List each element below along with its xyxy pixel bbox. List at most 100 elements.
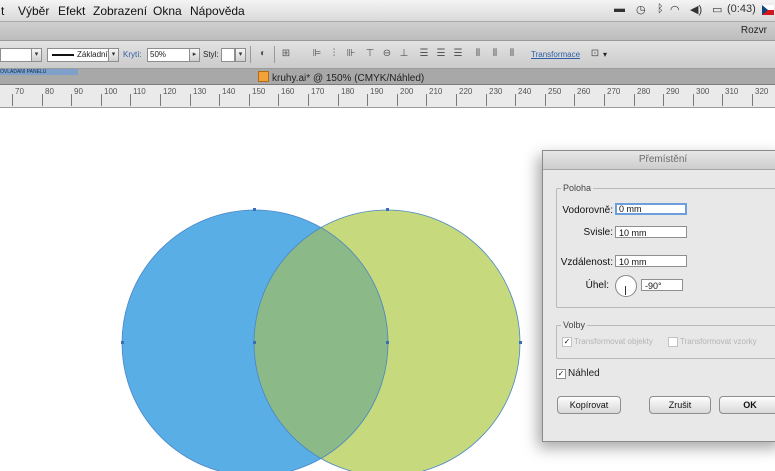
ruler-label: 270 [607, 87, 621, 96]
ruler-label: 230 [489, 87, 503, 96]
language-flag-icon[interactable] [762, 5, 774, 15]
horizontal-label: Vodorovně: [562, 205, 613, 216]
ruler-label: 240 [518, 87, 532, 96]
ruler-tick [190, 94, 191, 106]
toolbar-separator [274, 46, 275, 63]
dialog-title[interactable]: Přemístění [543, 151, 775, 170]
screen-icon[interactable]: ▬ [614, 3, 625, 15]
ruler-label: 140 [222, 87, 236, 96]
distribute-right-icon[interactable]: ⫴ [507, 49, 517, 59]
ruler-tick [693, 94, 694, 106]
ruler-label: 70 [15, 87, 24, 96]
horizontal-field[interactable]: 0 mm [615, 203, 687, 215]
ruler-label: 290 [666, 87, 680, 96]
document-tab-title: kruhy.ai* @ 150% (CMYK/Náhled) [272, 73, 425, 84]
anchor-point[interactable] [386, 341, 389, 344]
document-tab-bar: OVLÁDÁNÍ PANELU kruhy.ai* @ 150% (CMYK/N… [0, 69, 775, 85]
workspace-switcher[interactable]: Rozvr [741, 25, 767, 36]
cancel-button[interactable]: Zrušit [649, 396, 711, 414]
stroke-style-select[interactable]: Základní [47, 48, 109, 62]
time-machine-icon[interactable]: ◷ [636, 3, 646, 16]
angle-dial[interactable] [615, 275, 637, 297]
menu-item-file-partial[interactable]: t [1, 4, 4, 18]
align-to-icon[interactable]: ⊞ [281, 49, 291, 59]
menu-item-help[interactable]: Nápověda [190, 4, 245, 18]
menu-item-select[interactable]: Výběr [18, 4, 49, 18]
transform-objects-checkbox[interactable]: ✓ [562, 337, 572, 347]
ruler-label: 280 [637, 87, 651, 96]
distribute-center-icon[interactable]: ⫴ [490, 49, 500, 59]
menu-bar: t Výběr Efekt Zobrazení Okna Nápověda ▬ … [0, 0, 775, 22]
ruler-label: 220 [459, 87, 473, 96]
options-group-label: Volby [561, 320, 588, 330]
bluetooth-icon[interactable]: ᛒ [657, 3, 664, 15]
transform-patterns-checkbox[interactable] [668, 337, 678, 347]
opacity-dropdown[interactable]: ▸ [189, 48, 200, 62]
stroke-weight-dropdown[interactable]: ▾ [31, 48, 42, 62]
document-tab[interactable]: kruhy.ai* @ 150% (CMYK/Náhled) [258, 71, 424, 84]
distribute-middle-icon[interactable]: ☰ [436, 49, 446, 59]
ruler-tick [308, 94, 309, 106]
recolor-icon[interactable]: ◐ [258, 49, 268, 59]
opacity-field[interactable]: 50% [147, 48, 191, 62]
ruler-tick [456, 94, 457, 106]
preview-label: Náhled [568, 368, 600, 379]
align-left-icon[interactable]: ⊫ [312, 49, 322, 59]
align-right-icon[interactable]: ⊪ [346, 49, 356, 59]
distribute-bottom-icon[interactable]: ☰ [453, 49, 463, 59]
align-middle-icon[interactable]: ⊖ [382, 49, 392, 59]
transform-link[interactable]: Transformace [531, 50, 580, 59]
ruler-tick [338, 94, 339, 106]
anchor-point[interactable] [519, 341, 522, 344]
wifi-icon[interactable]: ◠ [670, 3, 680, 16]
graphic-style-swatch[interactable] [221, 48, 235, 62]
menu-item-window[interactable]: Okna [153, 4, 182, 18]
ok-button[interactable]: OK [719, 396, 775, 414]
graphic-style-dropdown[interactable]: ▾ [235, 48, 246, 62]
menu-item-effect[interactable]: Efekt [58, 4, 85, 18]
stroke-style-label: Základní [77, 50, 108, 59]
toolbar-separator [250, 46, 251, 63]
ruler-label: 120 [163, 87, 177, 96]
anchor-point[interactable] [121, 341, 124, 344]
anchor-point[interactable] [253, 208, 256, 211]
ruler-tick [160, 94, 161, 106]
preview-checkbox[interactable]: ✓ [556, 369, 566, 379]
ruler-tick [71, 94, 72, 106]
opacity-label[interactable]: Krytí: [123, 50, 142, 59]
align-center-icon[interactable]: ⫶ [329, 49, 339, 59]
stroke-style-dropdown[interactable]: ▾ [108, 48, 119, 62]
application-bar: Rozvr [0, 22, 775, 41]
vertical-field[interactable]: 10 mm [615, 226, 687, 238]
anchor-point[interactable] [253, 341, 256, 344]
align-bottom-icon[interactable]: ⊥ [399, 49, 409, 59]
transform-objects-label: Transformovat objekty [574, 337, 653, 346]
angle-field[interactable]: -90° [641, 279, 683, 291]
distance-field[interactable]: 10 mm [615, 255, 687, 267]
distribute-left-icon[interactable]: ⫴ [473, 49, 483, 59]
volume-icon[interactable]: ◀) [690, 3, 702, 16]
ruler-tick [219, 94, 220, 106]
ruler-label: 90 [74, 87, 83, 96]
horizontal-ruler[interactable]: 70 80 90 100 110 120 130 140 150 160 170 180 190 200 2… [0, 85, 775, 108]
distribute-top-icon[interactable]: ☰ [419, 49, 429, 59]
stroke-weight-field[interactable] [0, 48, 32, 62]
ruler-tick [12, 94, 13, 106]
anchor-point[interactable] [386, 208, 389, 211]
battery-icon[interactable]: ▭ [712, 3, 722, 16]
panel-menu-icon[interactable]: ▾ [603, 50, 607, 59]
ruler-label: 210 [429, 87, 443, 96]
ruler-tick [486, 94, 487, 106]
ruler-label: 200 [400, 87, 414, 96]
isolate-group-icon[interactable]: ⊡ [590, 49, 600, 59]
ruler-label: 180 [341, 87, 355, 96]
ruler-tick [42, 94, 43, 106]
stroke-preview-line [52, 54, 74, 56]
ruler-label: 260 [577, 87, 591, 96]
ruler-tick [722, 94, 723, 106]
ruler-label: 320 [755, 87, 769, 96]
menu-item-view[interactable]: Zobrazení [93, 4, 147, 18]
copy-button[interactable]: Kopírovat [557, 396, 621, 414]
align-top-icon[interactable]: ⊤ [365, 49, 375, 59]
ruler-label: 160 [281, 87, 295, 96]
